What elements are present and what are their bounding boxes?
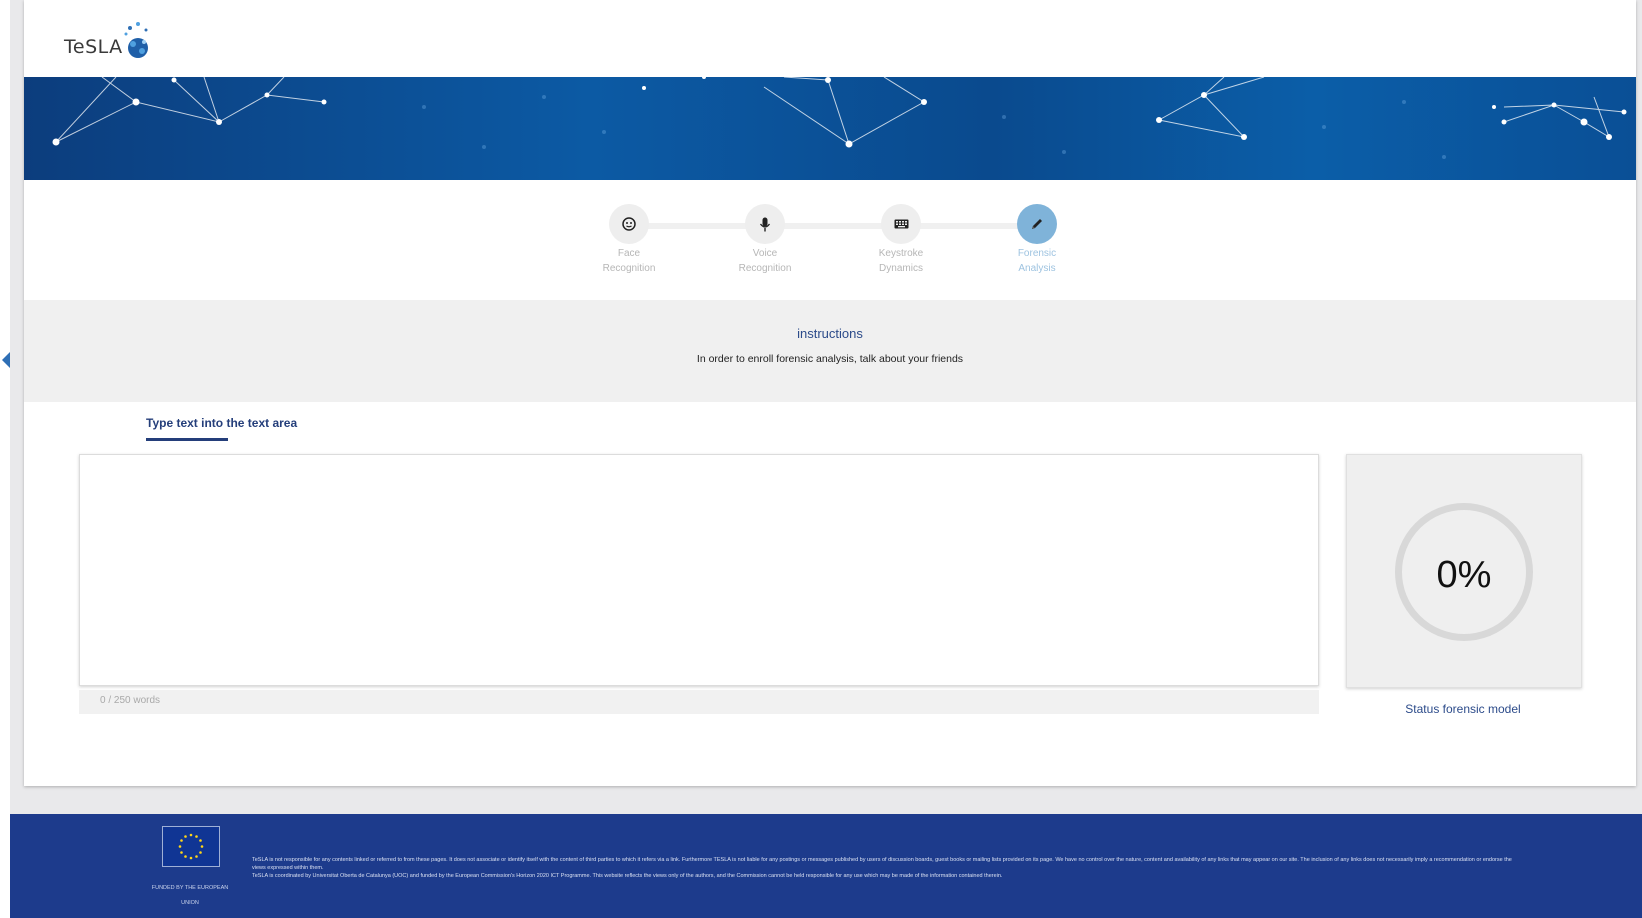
footer: FUNDED BY THE EUROPEAN UNION TeSLA is no… [10, 814, 1642, 918]
status-label: Status forensic model [1405, 702, 1521, 716]
word-count-bar: 0 / 250 words [79, 690, 1319, 714]
forensic-text-input[interactable] [79, 454, 1319, 686]
enrollment-stepper: Face Recognition Voice Recognition Keyst… [584, 204, 1084, 284]
eu-funding-caption: FUNDED BY THE EUROPEAN UNION [140, 881, 240, 911]
face-icon [609, 204, 649, 244]
network-pattern-graphic [52, 77, 1627, 159]
status-panel: 0% [1346, 454, 1582, 688]
tab-active-underline [146, 438, 228, 441]
tesla-logo[interactable]: TeSLA [64, 16, 194, 66]
eu-caption-line2: UNION [181, 900, 199, 906]
step-label-line1: Forensic [1017, 248, 1057, 259]
word-count: 0 / 250 words [100, 695, 161, 706]
logo-molecule-icon [124, 22, 148, 58]
step-voice-recognition[interactable]: Voice Recognition [720, 204, 810, 276]
step-label-line2: Analysis [1018, 263, 1056, 274]
step-face-recognition[interactable]: Face Recognition [584, 204, 674, 276]
eu-caption-line1: FUNDED BY THE EUROPEAN [151, 885, 229, 891]
step-label-line2: Recognition [738, 263, 792, 274]
step-keystroke-dynamics[interactable]: Keystroke Dynamics [856, 204, 946, 276]
step-forensic-analysis[interactable]: Forensic Analysis [992, 204, 1082, 276]
header-banner [24, 77, 1636, 180]
step-label-line1: Face [617, 248, 641, 259]
tab-type-text[interactable]: Type text into the text area [146, 416, 297, 430]
instructions-panel: instructions In order to enroll forensic… [24, 300, 1636, 402]
keyboard-icon [881, 204, 921, 244]
main-card: TeSLA Face Recognition Voice Recognition… [24, 0, 1636, 786]
disclaimer-paragraph-2: TeSLA is coordinated by Universitat Ober… [252, 873, 1003, 879]
logo-text: TeSLA [64, 36, 123, 58]
disclaimer-paragraph-1: TeSLA is not responsible for any content… [252, 857, 1512, 871]
step-label-line1: Keystroke [878, 248, 924, 259]
left-edge-strip [0, 0, 10, 918]
step-label-line1: Voice [752, 248, 778, 259]
step-label-line2: Recognition [602, 263, 656, 274]
pencil-icon [1017, 204, 1057, 244]
step-label-line2: Dynamics [879, 263, 923, 274]
progress-percent: 0% [1436, 554, 1492, 596]
step-label-forensic: Forensic Analysis [992, 246, 1082, 276]
microphone-icon [745, 204, 785, 244]
footer-disclaimer: TeSLA is not responsible for any content… [252, 856, 1522, 880]
instructions-text: In order to enroll forensic analysis, ta… [696, 353, 964, 365]
stepper-connector-line [648, 223, 1018, 229]
step-label-face: Face Recognition [584, 246, 674, 276]
step-label-voice: Voice Recognition [720, 246, 810, 276]
eu-flag-icon [162, 826, 220, 867]
collapse-sidebar-arrow-icon[interactable] [2, 352, 10, 368]
instructions-title: instructions [797, 326, 863, 341]
progress-gauge: 0% [1395, 503, 1533, 641]
step-label-keystroke: Keystroke Dynamics [856, 246, 946, 276]
